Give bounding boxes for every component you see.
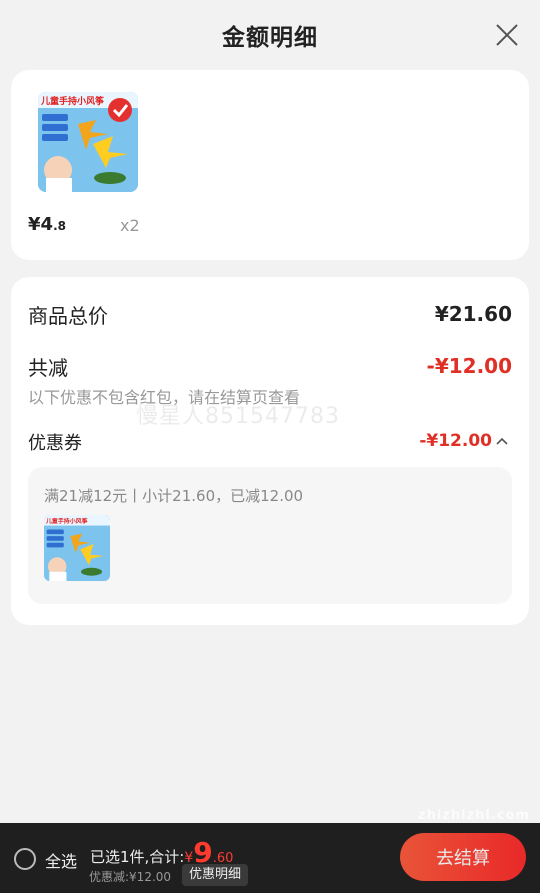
total-reduce-label: 共减	[28, 356, 68, 380]
product-price: ¥4 .8	[28, 214, 66, 235]
select-all-label[interactable]: 全选	[45, 848, 77, 872]
discount-detail-button[interactable]: 优惠明细	[182, 864, 249, 886]
price-decimal: .8	[53, 219, 66, 233]
discount-amount: 优惠减:¥12.00	[89, 870, 172, 884]
user-watermark: 慢星人851547783	[136, 404, 340, 429]
header: 金额明细	[0, 0, 540, 70]
coupon-value: -¥12.00	[419, 431, 492, 451]
coupon-product-thumbnail: 儿童手持小风筝	[44, 515, 110, 581]
close-icon[interactable]	[494, 22, 520, 48]
product-banner-text: 儿童手持小风筝	[40, 95, 104, 107]
page-title: 金额明细	[222, 25, 318, 51]
total-price-value: ¥21.60	[434, 302, 512, 326]
product-quantity: x2	[120, 216, 140, 235]
coupon-banner-text: 儿童手持小风筝	[45, 517, 88, 525]
total-reduce-value: -¥12.00	[426, 354, 512, 378]
coupon-detail-box: 满21减12元丨小计21.60，已减12.00 儿童手持小风筝	[28, 467, 512, 604]
product-thumbnail[interactable]: 儿童手持小风筝	[38, 92, 138, 192]
coupon-description: 满21减12元丨小计21.60，已减12.00	[44, 487, 304, 505]
price-integer: ¥4	[28, 214, 54, 235]
coupon-label: 优惠券	[28, 433, 82, 454]
checkout-bar: 全选 已选1件,合计: ¥ 9 .60 优惠减:¥12.00 优惠明细 去结算	[0, 823, 540, 893]
total-price-label: 商品总价	[28, 304, 108, 328]
selected-prefix: 已选1件,合计:	[90, 848, 185, 866]
site-watermark: zhizhizhi.com	[418, 808, 530, 823]
checkout-button[interactable]: 去结算	[400, 833, 526, 881]
coupon-toggle[interactable]: -¥12.00	[419, 431, 508, 451]
total-integer: 9	[193, 836, 213, 869]
chevron-up-icon	[496, 437, 508, 445]
select-all-radio[interactable]	[14, 848, 36, 870]
